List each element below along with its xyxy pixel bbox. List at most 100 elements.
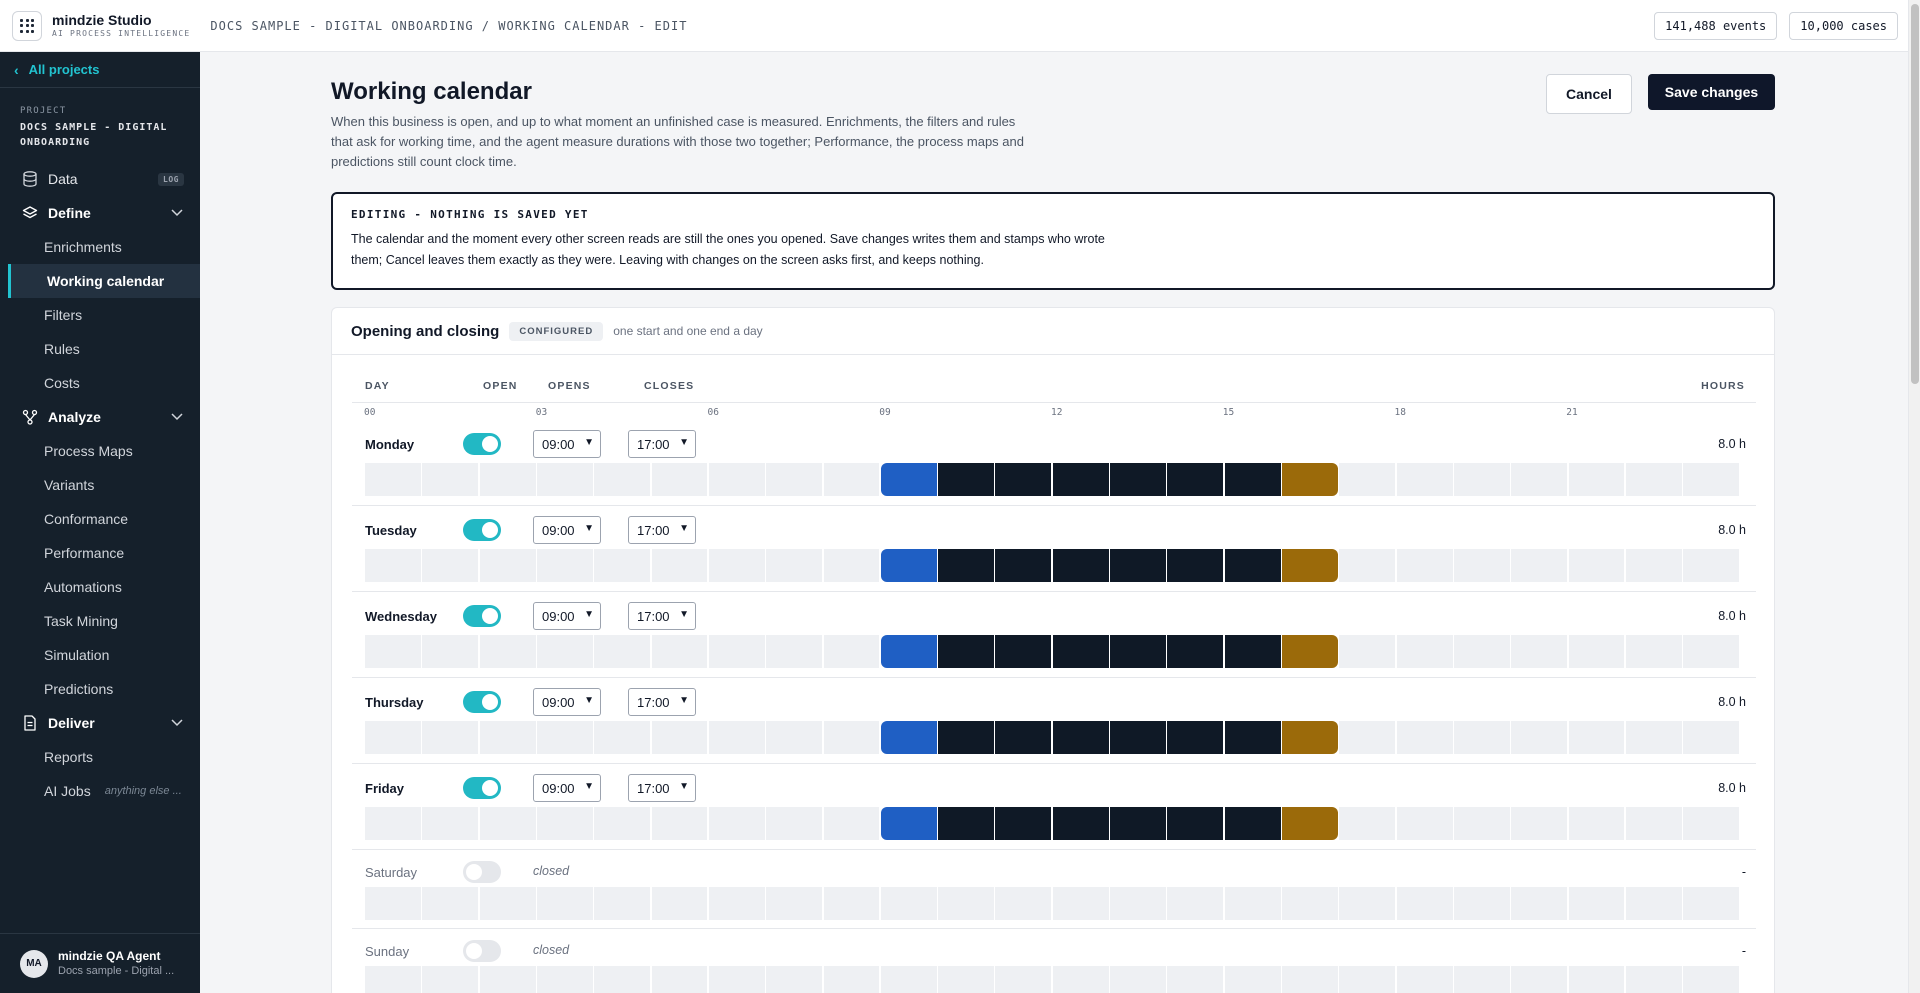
hour-cell[interactable] — [1396, 721, 1453, 754]
hour-cell[interactable] — [1453, 549, 1510, 582]
hour-cell[interactable] — [1625, 463, 1682, 496]
hour-cell[interactable] — [1453, 807, 1510, 840]
hour-cell[interactable] — [479, 966, 536, 993]
closes-select[interactable]: 17:00 ▼ — [628, 516, 696, 544]
hour-cell[interactable] — [1625, 966, 1682, 993]
hour-cell[interactable] — [1282, 887, 1338, 920]
open-toggle[interactable] — [463, 433, 501, 455]
hour-cell[interactable] — [536, 807, 593, 840]
hour-cell[interactable] — [1052, 807, 1109, 840]
sidebar-item-enrichments[interactable]: Enrichments — [0, 230, 200, 264]
hour-cell[interactable] — [1453, 635, 1510, 668]
hour-cell[interactable] — [1625, 807, 1682, 840]
sidebar-item-data[interactable]: Data LOG — [0, 162, 200, 196]
hour-bar[interactable] — [365, 966, 1740, 993]
hour-cell[interactable] — [422, 807, 479, 840]
hour-cell[interactable] — [1110, 463, 1166, 496]
hour-cell[interactable] — [1282, 966, 1338, 993]
hour-cell[interactable] — [1224, 887, 1281, 920]
open-toggle[interactable] — [463, 940, 501, 962]
hour-bar[interactable] — [365, 887, 1740, 920]
hour-cell[interactable] — [1339, 807, 1396, 840]
hour-cell[interactable] — [1511, 807, 1568, 840]
hour-cell[interactable] — [1110, 887, 1166, 920]
hour-cell[interactable] — [1396, 549, 1453, 582]
hour-cell[interactable] — [651, 549, 708, 582]
hour-cell[interactable] — [651, 721, 708, 754]
hour-cell[interactable] — [1683, 721, 1740, 754]
hour-cell[interactable] — [1167, 635, 1224, 668]
hour-cell[interactable] — [536, 966, 593, 993]
hour-cell[interactable] — [938, 966, 995, 993]
hour-cell[interactable] — [1167, 463, 1224, 496]
hour-cell[interactable] — [880, 635, 937, 668]
hour-cell[interactable] — [365, 807, 421, 840]
hour-cell[interactable] — [1110, 807, 1166, 840]
hour-cell[interactable] — [880, 807, 937, 840]
app-grid-icon[interactable] — [12, 10, 42, 41]
hour-cell[interactable] — [594, 463, 651, 496]
hour-cell[interactable] — [995, 463, 1052, 496]
hour-cell[interactable] — [708, 635, 765, 668]
hour-cell[interactable] — [1110, 635, 1166, 668]
hour-cell[interactable] — [1339, 635, 1396, 668]
hour-cell[interactable] — [594, 635, 651, 668]
hour-cell[interactable] — [1052, 966, 1109, 993]
hour-cell[interactable] — [823, 887, 880, 920]
open-toggle[interactable] — [463, 605, 501, 627]
hour-cell[interactable] — [1110, 966, 1166, 993]
hour-cell[interactable] — [1396, 966, 1453, 993]
hour-cell[interactable] — [1453, 721, 1510, 754]
hour-cell[interactable] — [422, 635, 479, 668]
hour-cell[interactable] — [1511, 635, 1568, 668]
hour-cell[interactable] — [1052, 549, 1109, 582]
sidebar-item-costs[interactable]: Costs — [0, 366, 200, 400]
hour-cell[interactable] — [1339, 721, 1396, 754]
hour-cell[interactable] — [1110, 721, 1166, 754]
sidebar-item-filters[interactable]: Filters — [0, 298, 200, 332]
hour-cell[interactable] — [365, 966, 421, 993]
sidebar-section-analyze[interactable]: Analyze — [0, 400, 200, 434]
hour-cell[interactable] — [880, 463, 937, 496]
hour-cell[interactable] — [1167, 887, 1224, 920]
closes-select[interactable]: 17:00 ▼ — [628, 688, 696, 716]
hour-cell[interactable] — [880, 966, 937, 993]
hour-cell[interactable] — [708, 463, 765, 496]
hour-cell[interactable] — [1167, 549, 1224, 582]
hour-cell[interactable] — [766, 463, 823, 496]
sidebar-item-ai-jobs[interactable]: AI Jobs anything else ... — [0, 774, 200, 808]
hour-cell[interactable] — [1167, 966, 1224, 993]
user-menu[interactable]: MA mindzie QA Agent Docs sample - Digita… — [0, 933, 200, 993]
hour-cell[interactable] — [365, 463, 421, 496]
hour-cell[interactable] — [1453, 463, 1510, 496]
opens-select[interactable]: 09:00 ▼ — [533, 602, 601, 630]
hour-cell[interactable] — [1282, 807, 1338, 840]
hour-bar[interactable] — [365, 549, 1740, 582]
hour-cell[interactable] — [1282, 463, 1338, 496]
hour-cell[interactable] — [594, 721, 651, 754]
hour-cell[interactable] — [651, 966, 708, 993]
closes-select[interactable]: 17:00 ▼ — [628, 430, 696, 458]
hour-cell[interactable] — [365, 721, 421, 754]
hour-cell[interactable] — [1224, 721, 1281, 754]
hour-cell[interactable] — [1224, 966, 1281, 993]
hour-cell[interactable] — [479, 807, 536, 840]
hour-cell[interactable] — [479, 887, 536, 920]
hour-cell[interactable] — [823, 463, 880, 496]
hour-cell[interactable] — [1683, 807, 1740, 840]
hour-cell[interactable] — [365, 887, 421, 920]
hour-cell[interactable] — [995, 549, 1052, 582]
hour-cell[interactable] — [1339, 966, 1396, 993]
hour-cell[interactable] — [1568, 635, 1625, 668]
hour-cell[interactable] — [766, 887, 823, 920]
hour-cell[interactable] — [1282, 721, 1338, 754]
open-toggle[interactable] — [463, 777, 501, 799]
vertical-scrollbar[interactable] — [1908, 0, 1920, 993]
hour-cell[interactable] — [594, 966, 651, 993]
hour-cell[interactable] — [651, 635, 708, 668]
hour-cell[interactable] — [766, 721, 823, 754]
opens-select[interactable]: 09:00 ▼ — [533, 516, 601, 544]
hour-cell[interactable] — [708, 721, 765, 754]
hour-cell[interactable] — [766, 966, 823, 993]
hour-cell[interactable] — [365, 549, 421, 582]
